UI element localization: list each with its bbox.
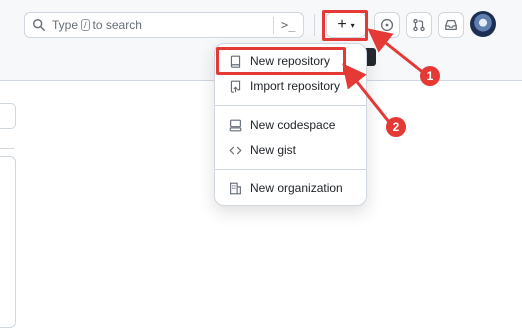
annotation-arrows: [342, 28, 426, 123]
step-1-badge: 1: [420, 66, 440, 86]
step-2-badge: 2: [386, 117, 406, 137]
arrow-step-2: [342, 63, 391, 123]
arrow-step-1: [367, 28, 426, 76]
